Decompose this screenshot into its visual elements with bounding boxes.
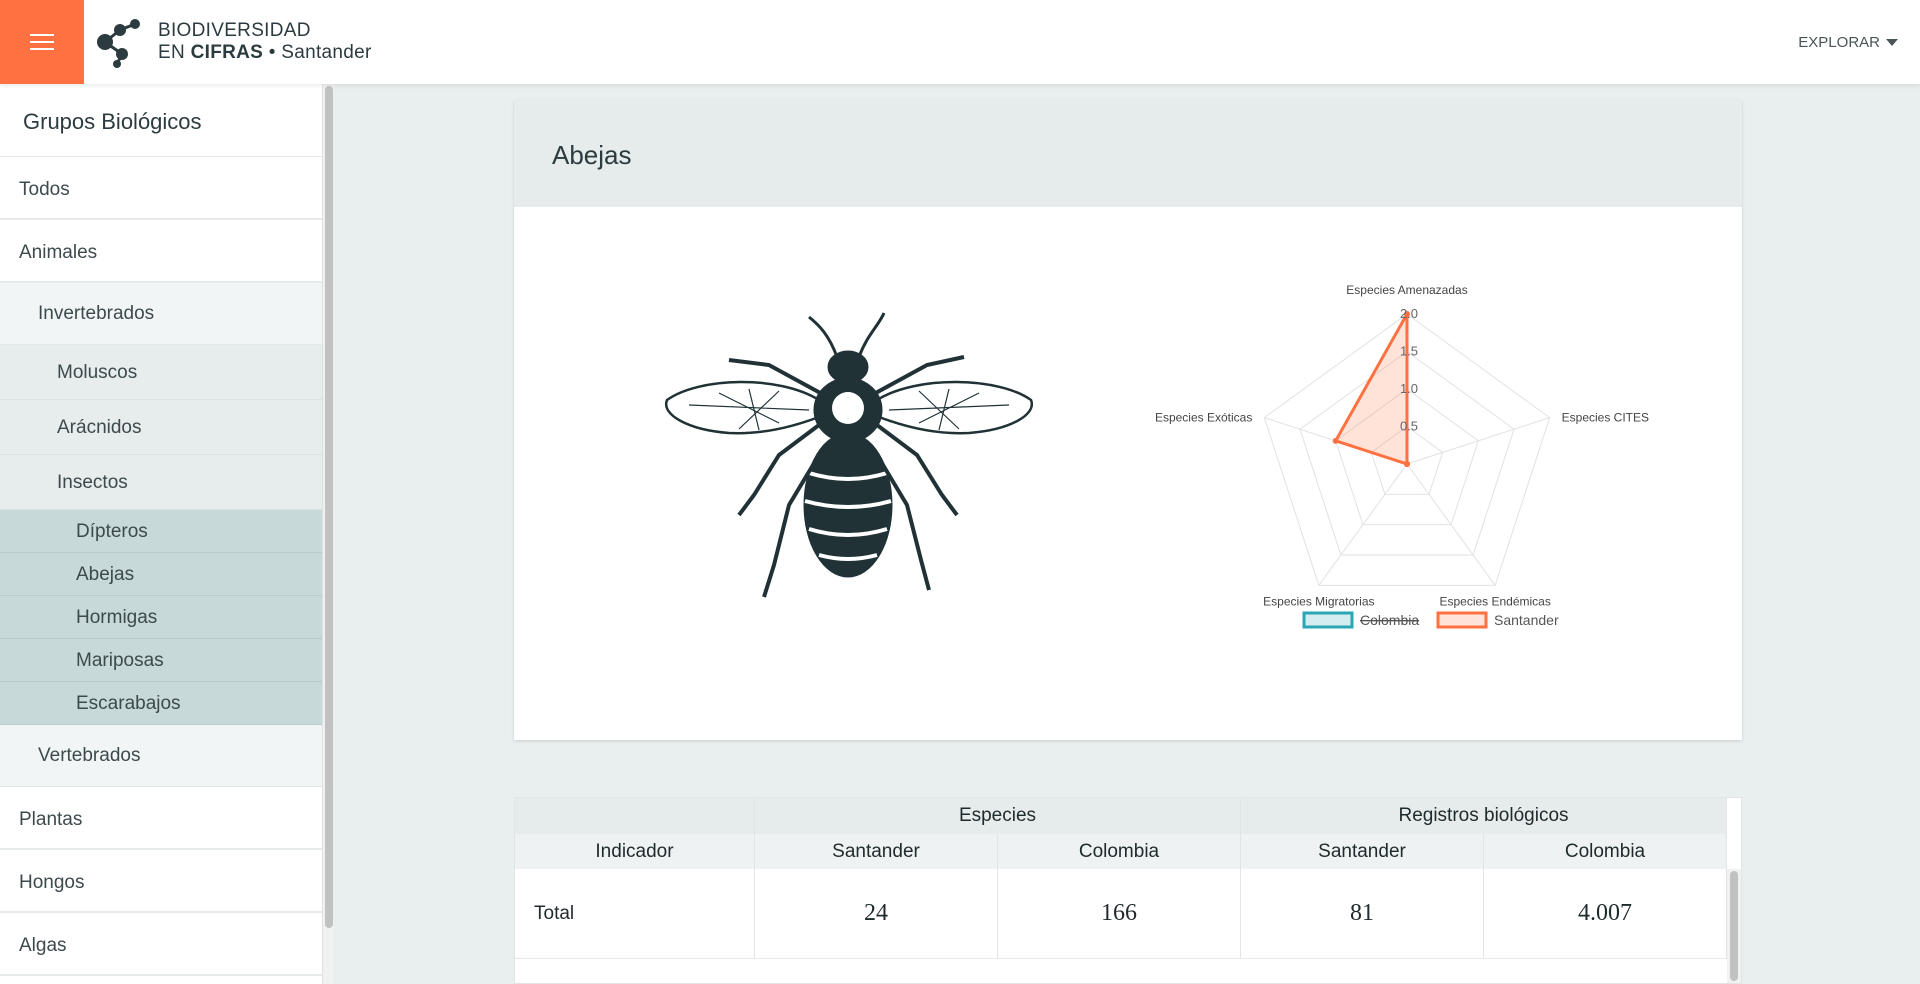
sidebar-item-todos[interactable]: Todos [0, 157, 322, 220]
radar-axis-label: Especies CITES [1562, 411, 1649, 425]
legend-label-santander: Santander [1494, 612, 1559, 628]
legend-label-colombia: Colombia [1360, 612, 1419, 628]
caret-down-icon [1886, 39, 1898, 46]
table-header-indicador: Indicador [515, 834, 755, 869]
radar-axis-label: Especies Endémicas [1439, 594, 1550, 608]
sidebar-item-escarabajos[interactable]: Escarabajos [0, 682, 322, 725]
top-header: BIODIVERSIDAD EN CIFRAS • Santander EXPL… [0, 0, 1920, 84]
table-scroll-thumb[interactable] [1730, 871, 1738, 981]
table-header-especies-colombia: Colombia [998, 834, 1241, 869]
table-group-header-registros: Registros biológicos [1241, 798, 1727, 834]
logo-line2-bold: CIFRAS [190, 42, 264, 63]
radar-tick-label: 1.0 [1400, 381, 1418, 396]
table-header-row: Indicador Santander Colombia Santander C… [515, 834, 1727, 869]
radar-point [1404, 461, 1410, 467]
sidebar: Grupos Biológicos Todos Animales Inverte… [0, 84, 322, 984]
sidebar-item-vertebrados[interactable]: Vertebrados [0, 725, 322, 787]
radar-axis-label: Especies Exóticas [1155, 411, 1252, 425]
explore-dropdown[interactable]: EXPLORAR [1798, 34, 1898, 51]
radar-tick-label: 1.5 [1400, 344, 1418, 359]
sidebar-item-aracnidos[interactable]: Arácnidos [0, 400, 322, 455]
table-cell-value: 4.007 [1484, 869, 1727, 958]
legend-swatch-colombia [1302, 611, 1354, 629]
group-card: Abejas 0.5 1.0 1.5 2.0 Especies Amenazad… [514, 100, 1742, 740]
table-header-registros-colombia: Colombia [1484, 834, 1727, 869]
sidebar-item-dipteros[interactable]: Dípteros [0, 510, 322, 553]
sidebar-item-hormigas[interactable]: Hormigas [0, 596, 322, 639]
table-group-header-empty [515, 798, 755, 834]
table-cell-indicator: Total [515, 869, 755, 958]
radar-series-santander [1334, 312, 1409, 466]
sidebar-item-moluscos[interactable]: Moluscos [0, 345, 322, 400]
card-title: Abejas [514, 100, 1742, 207]
sidebar-item-invertebrados[interactable]: Invertebrados [0, 283, 322, 345]
legend-swatch-santander [1436, 611, 1488, 629]
sidebar-scroll-thumb[interactable] [325, 86, 333, 928]
logo-region: • Santander [268, 42, 372, 63]
radar-tick-label: 0.5 [1400, 419, 1418, 434]
explore-label: EXPLORAR [1798, 34, 1880, 51]
bee-illustration-icon [664, 312, 1034, 598]
sidebar-item-insectos[interactable]: Insectos [0, 455, 322, 510]
sidebar-scrollbar[interactable] [322, 84, 334, 984]
sidebar-item-algas[interactable]: Algas [0, 913, 322, 976]
logo-text: BIODIVERSIDAD EN CIFRAS • Santander [158, 20, 372, 64]
sidebar-item-plantas[interactable]: Plantas [0, 787, 322, 850]
radar-spoke [1406, 417, 1550, 465]
radar-tick-label: 2.0 [1400, 306, 1418, 321]
hamburger-icon [30, 29, 54, 55]
table-cell-value: 81 [1241, 869, 1484, 958]
table-group-header-especies: Especies [755, 798, 1241, 834]
table-cell-value: 166 [998, 869, 1241, 958]
table-row: Total 24 166 81 4.007 [515, 869, 1727, 959]
logo-line2-prefix: EN [158, 42, 185, 63]
hamburger-menu-button[interactable] [0, 0, 84, 84]
site-logo[interactable]: BIODIVERSIDAD EN CIFRAS • Santander [92, 16, 372, 68]
table-cell-value: 24 [755, 869, 998, 958]
sidebar-title: Grupos Biológicos [0, 84, 322, 157]
table-header-especies-santander: Santander [755, 834, 998, 869]
table-scrollbar[interactable] [1727, 869, 1741, 983]
sidebar-item-abejas[interactable]: Abejas [0, 553, 322, 596]
radar-axis-label: Especies Migratorias [1263, 594, 1374, 608]
table-header-registros-santander: Santander [1241, 834, 1484, 869]
sidebar-item-hongos[interactable]: Hongos [0, 850, 322, 913]
indicators-table: Especies Registros biológicos Indicador … [514, 797, 1742, 984]
table-group-header-row: Especies Registros biológicos [515, 798, 1727, 834]
radar-point [1332, 437, 1339, 444]
radar-axis-label: Especies Amenazadas [1346, 283, 1467, 297]
network-logo-icon [97, 19, 140, 68]
sidebar-item-animales[interactable]: Animales [0, 220, 322, 283]
sidebar-item-mariposas[interactable]: Mariposas [0, 639, 322, 682]
logo-line1: BIODIVERSIDAD [158, 20, 311, 41]
radar-chart: 0.5 1.0 1.5 2.0 Especies Amenazadas Especies … [1155, 283, 1649, 629]
